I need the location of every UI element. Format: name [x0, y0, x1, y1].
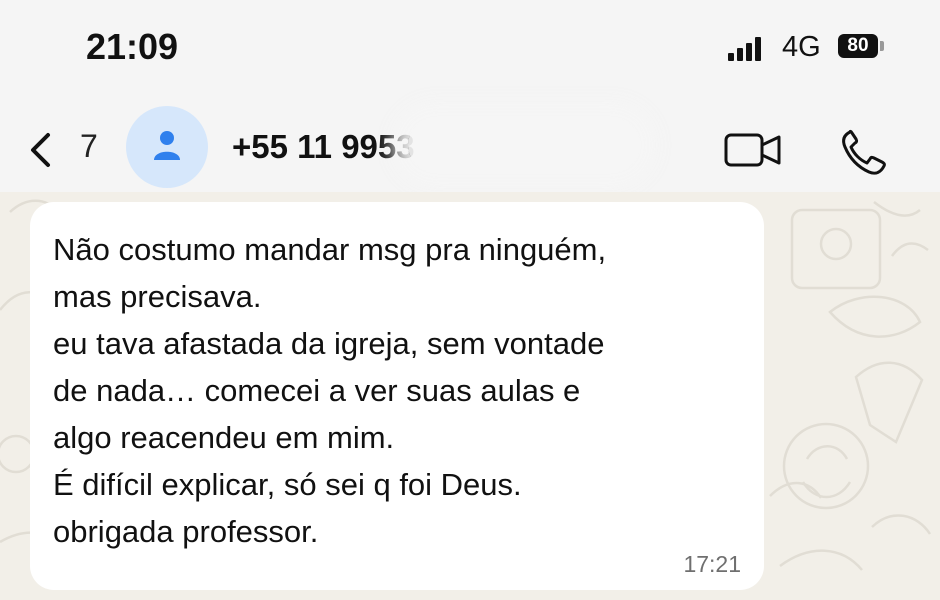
status-time: 21:09 [86, 26, 179, 67]
message-line-5: algo reacendeu em mim. [53, 420, 395, 455]
back-chevron-icon[interactable] [28, 132, 52, 168]
video-call-icon[interactable] [724, 132, 782, 168]
message-line-2: mas precisava. [53, 279, 262, 314]
status-bar: 21:09 4G 80 [0, 0, 940, 90]
phone-call-icon[interactable] [836, 128, 888, 176]
battery-icon: 80 [838, 34, 878, 58]
signal-bars-icon [728, 37, 768, 61]
message-line-6: É difícil explicar, só sei q foi Deus. [53, 467, 522, 502]
message-time: 17:21 [683, 551, 741, 577]
message-line-7: obrigada professor. [53, 514, 319, 549]
message-line-3: eu tava afastada da igreja, sem vontade [53, 326, 605, 361]
avatar-person-icon [154, 131, 180, 160]
blurred-contact-mask [408, 118, 640, 172]
contact-number[interactable]: +55 11 9953 [232, 128, 415, 166]
message-bubble[interactable]: Não costumo mandar msg pra ninguém, mas … [30, 202, 764, 590]
network-type: 4G [782, 31, 821, 63]
chat-header: 7 +55 11 9953 [0, 90, 940, 192]
message-line-4: de nada… comecei a ver suas aulas e [53, 373, 581, 408]
message-line-1: Não costumo mandar msg pra ninguém, [53, 232, 607, 267]
avatar[interactable] [126, 106, 208, 188]
back-count[interactable]: 7 [80, 128, 98, 165]
battery-tip-icon [880, 41, 884, 51]
